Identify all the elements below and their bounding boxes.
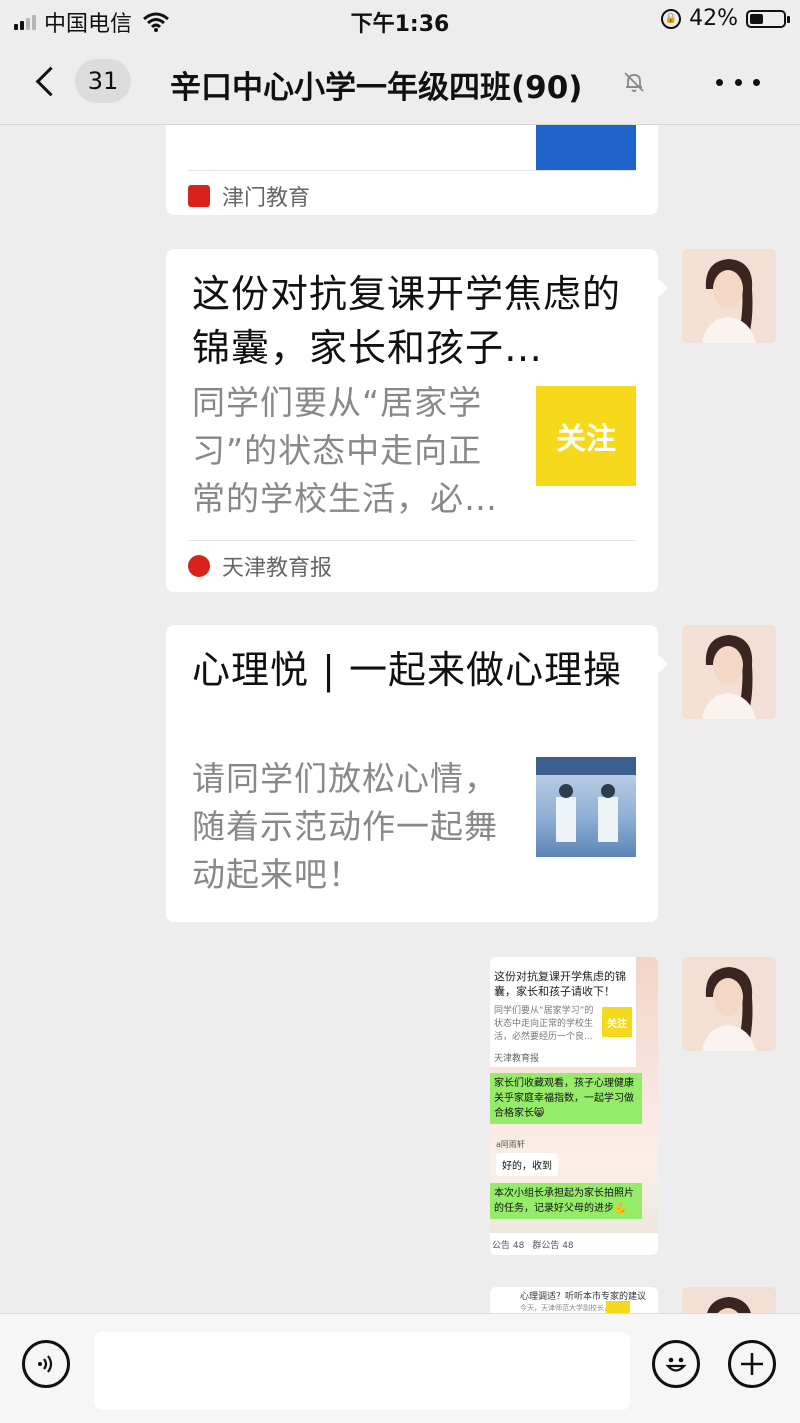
embedded-source: 天津教育报 (494, 1054, 540, 1064)
emoji-icon (665, 1357, 687, 1372)
article-thumbnail: 关注 (536, 386, 636, 486)
embedded-green-bubble: 本次小组长承担起为家长拍照片的任务，记录好父母的进步💪 (490, 1183, 642, 1219)
article-title: 这份对抗复课开学焦虑的锦囊，家长和孩子… (192, 272, 622, 370)
article-description: 请同学们放松心情，随着示范动作一起舞动起来吧！ (192, 759, 498, 894)
source-name: 天津教育报 (222, 556, 333, 581)
embedded-bottom-left: 公告 48 (492, 1240, 525, 1251)
image-message[interactable]: 心理调适？听听本市专家的建议 今天，天津师范大学副校长，心理学部部长白学军教授将… (490, 1287, 658, 1313)
article-card[interactable]: 津门教育 (166, 125, 658, 215)
embedded-thumb (606, 1301, 630, 1313)
voice-icon (38, 1355, 53, 1373)
source-name: 津门教育 (222, 186, 311, 211)
rotation-lock-icon: 🔒 (661, 8, 682, 29)
embedded-green-bubble: 家长们收藏观看，孩子心理健康关乎家庭幸福指数，一起学习做合格家长😸 (490, 1073, 642, 1124)
embedded-white-bubble: 好的，收到 (496, 1153, 558, 1176)
embedded-sender-name: a阿雨轩 (496, 1140, 525, 1149)
battery-fill (750, 13, 764, 24)
more-functions-button[interactable] (728, 1340, 776, 1388)
status-bar: 中国电信 下午1:36 🔒 42% (0, 0, 800, 40)
voice-button[interactable] (22, 1340, 70, 1388)
message-input[interactable] (94, 1332, 630, 1410)
article-title: 心理悦 | 一起来做心理操 (192, 648, 622, 692)
chat-header: 31 辛口中心小学一年级四班(90) (0, 40, 800, 125)
avatar-image (682, 625, 776, 719)
dot (753, 78, 760, 86)
embedded-article-card: 这份对抗复课开学焦虑的锦囊，家长和孩子请收下！ 同学们要从“居家学习”的状态中走… (490, 957, 636, 1067)
article-card[interactable]: 心理悦 | 一起来做心理操 请同学们放松心情，随着示范动作一起舞动起来吧！ (166, 625, 668, 922)
video-thumbnail-image (536, 757, 636, 842)
embedded-desc: 同学们要从“居家学习”的状态中走向正常的学校生活，必然要经历一个良... (494, 1006, 594, 1042)
article-thumbnail (536, 757, 636, 857)
battery-percent: 42% (689, 6, 738, 31)
avatar-image (682, 249, 776, 343)
emoji-button[interactable] (652, 1340, 700, 1388)
dot (716, 78, 723, 86)
message-list[interactable]: 津门教育 这份对抗复课开学焦虑的锦囊，家长和孩子… 同学们要从“居家学习”的状态… (0, 125, 800, 1313)
source-logo-icon (188, 555, 210, 577)
input-bar (0, 1313, 800, 1423)
article-card[interactable]: 这份对抗复课开学焦虑的锦囊，家长和孩子… 同学们要从“居家学习”的状态中走向正常… (166, 249, 668, 592)
chat-title: 辛口中心小学一年级四班(90) (170, 70, 583, 106)
avatar-image (682, 957, 776, 1051)
dot (734, 78, 742, 86)
unread-count-badge: 31 (75, 59, 131, 103)
source-logo-icon (188, 185, 210, 207)
plus-icon (741, 1353, 763, 1375)
embedded-bottom-bar: 公告 48 群公告 48 (490, 1233, 658, 1255)
article-source: 天津教育报 (188, 540, 636, 591)
image-message[interactable]: 这份对抗复课开学焦虑的锦囊，家长和孩子请收下！ 同学们要从“居家学习”的状态中走… (490, 957, 658, 1255)
article-thumbnail (536, 125, 636, 170)
avatar[interactable] (682, 625, 776, 719)
more-options-button[interactable] (716, 60, 760, 104)
muted-bell-icon (624, 72, 644, 92)
avatar[interactable] (682, 1287, 776, 1313)
embedded-title: 这份对抗复课开学焦虑的锦囊，家长和孩子请收下！ (494, 970, 626, 998)
battery-icon (746, 9, 790, 28)
avatar-image (682, 1287, 776, 1313)
embedded-thumb: 关注 (602, 1007, 632, 1037)
embedded-bottom-right: 群公告 48 (532, 1240, 574, 1251)
avatar[interactable] (682, 249, 776, 343)
chevron-left-icon (35, 66, 66, 96)
back-button[interactable]: 31 (30, 56, 131, 106)
avatar[interactable] (682, 957, 776, 1051)
status-right: 🔒 42% (661, 6, 790, 31)
article-description: 同学们要从“居家学习”的状态中走向正常的学校生活，必… (192, 383, 498, 518)
article-source: 津门教育 (188, 170, 636, 221)
